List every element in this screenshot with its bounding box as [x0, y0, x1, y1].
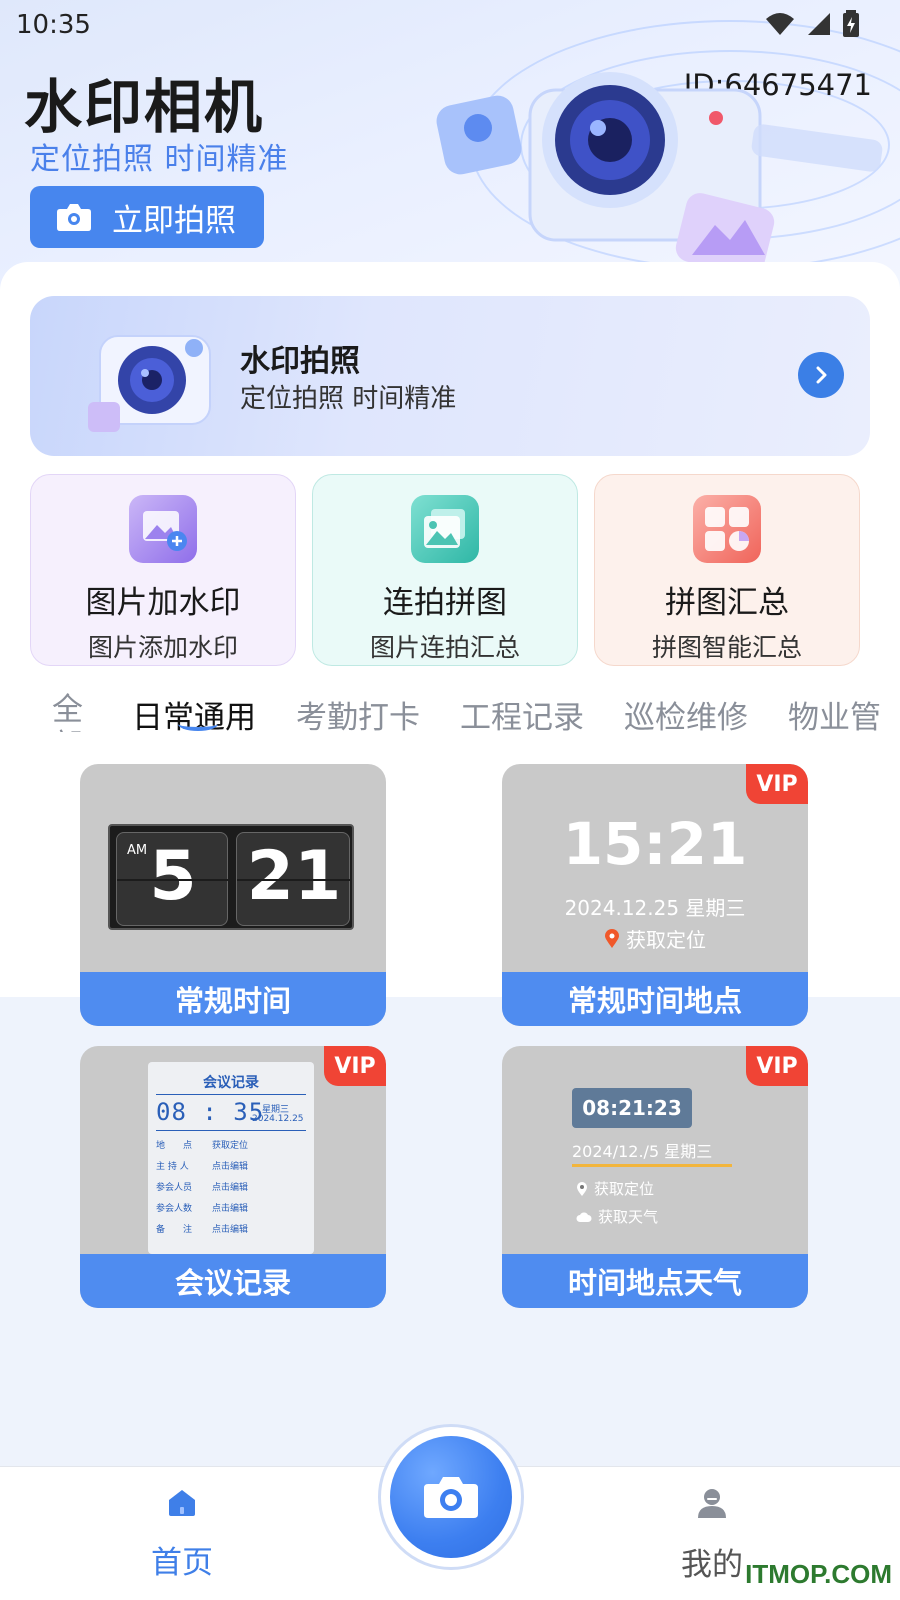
template-card-meeting-record[interactable]: VIP 会议记录 08 : 35 星期三 2024.12.25 地 点 获取定位…	[80, 1046, 386, 1308]
row-key: 主 持 人	[156, 1162, 189, 1172]
template-card-regular-time[interactable]: AM 5 21 常规时间	[80, 764, 386, 1026]
nav-home-label: 首页	[151, 1545, 213, 1581]
signal-icon	[808, 13, 830, 35]
collage-grid-icon	[693, 495, 761, 563]
banner-subtitle: 定位拍照 时间精准	[240, 384, 457, 414]
category-tabs: 全部 日常通用 考勤打卡 工程记录 巡检维修 物业管	[0, 692, 900, 762]
active-tab-indicator	[178, 717, 218, 731]
date-preview: 2024.12.25 星期三	[564, 896, 746, 920]
vip-badge: VIP	[746, 1046, 808, 1086]
row-value: 点击编辑	[212, 1162, 249, 1172]
template-card-time-location-weather[interactable]: VIP 08:21:23 2024/12./5 星期三 获取定位 获取天气 时间…	[502, 1046, 808, 1308]
site-watermark: ITMOP.COM	[745, 1559, 892, 1589]
template-label: 时间地点天气	[502, 1254, 808, 1308]
template-label: 常规时间地点	[502, 972, 808, 1026]
tab-all[interactable]: 全部	[52, 692, 88, 732]
meeting-rows: 地 点 获取定位 主 持 人 点击编辑 参会人员 点击编辑 参会人数 点击编辑 …	[156, 1138, 306, 1243]
time-preview: 15:21	[562, 810, 748, 878]
feature-subtitle: 拼图智能汇总	[651, 633, 802, 662]
cloud-icon	[576, 1212, 592, 1222]
row-value: 点击编辑	[212, 1225, 249, 1235]
vip-badge: VIP	[746, 764, 808, 804]
time-box-preview: 08:21:23	[572, 1088, 692, 1128]
meeting-time: 08 : 35	[156, 1098, 265, 1126]
meeting-row: 备 注 点击编辑	[156, 1222, 306, 1243]
vip-badge: VIP	[324, 1046, 386, 1086]
feature-title: 拼图汇总	[665, 585, 789, 621]
row-value: 获取定位	[212, 1141, 249, 1151]
wifi-icon	[766, 13, 794, 35]
weather-preview: 获取天气	[576, 1206, 658, 1227]
center-camera-button[interactable]	[390, 1436, 512, 1558]
location-text: 获取定位	[594, 1180, 655, 1198]
app-title: 水印相机	[24, 73, 265, 141]
meeting-record-preview: 会议记录 08 : 35 星期三 2024.12.25 地 点 获取定位 主 持…	[148, 1062, 314, 1254]
row-value: 点击编辑	[212, 1183, 249, 1193]
location-preview: 获取定位	[576, 1178, 654, 1199]
main-content: 水印拍照 定位拍照 时间精准 图片加水印 图片添加水印 连拍拼图 图片连拍汇总 …	[0, 262, 900, 1472]
camera-illustration-small	[88, 335, 211, 432]
location-pin-icon	[605, 928, 619, 948]
row-key: 参会人数	[156, 1204, 193, 1214]
battery-icon	[843, 10, 859, 37]
row-key: 参会人员	[156, 1183, 193, 1193]
camera-illustration	[436, 72, 883, 270]
meeting-row: 地 点 获取定位	[156, 1138, 306, 1159]
location-text: 获取定位	[626, 928, 706, 952]
meeting-title: 会议记录	[203, 1075, 259, 1091]
flip-hour: AM 5	[116, 832, 229, 926]
shoot-now-button[interactable]: 立即拍照	[30, 186, 264, 248]
camera-icon	[424, 1477, 478, 1518]
template-label: 常规时间	[80, 972, 386, 1026]
location-pin-icon	[577, 1181, 587, 1196]
flip-minute: 21	[236, 832, 351, 926]
camera-icon	[57, 204, 91, 231]
user-icon	[698, 1489, 726, 1518]
meeting-date: 2024.12.25	[252, 1114, 304, 1124]
row-value: 点击编辑	[212, 1204, 249, 1214]
gallery-icon	[411, 495, 479, 563]
nav-me[interactable]: 我的	[678, 1487, 746, 1584]
home-icon	[169, 1490, 195, 1516]
feature-burst-collage[interactable]: 连拍拼图 图片连拍汇总	[312, 474, 578, 666]
template-card-time-location[interactable]: VIP 15:21 2024.12.25 星期三 获取定位 常规时间地点	[502, 764, 808, 1026]
status-time: 10:35	[16, 10, 91, 40]
feature-add-watermark[interactable]: 图片加水印 图片添加水印	[30, 474, 296, 666]
banner-title: 水印拍照	[240, 344, 360, 379]
meeting-row: 参会人员 点击编辑	[156, 1180, 306, 1201]
image-add-icon	[129, 495, 197, 563]
chevron-right-icon	[816, 366, 827, 384]
weather-text: 获取天气	[598, 1208, 659, 1226]
banner-arrow-button[interactable]	[798, 352, 844, 398]
flip-clock-preview: AM 5 21	[108, 824, 354, 930]
hero-header: 10:35 水印相机 定位拍照 时间精准 ID:64675471 立即拍照	[0, 0, 900, 300]
minute-digits: 21	[246, 837, 342, 916]
date-preview: 2024/12./5 星期三	[572, 1142, 713, 1161]
status-icons	[764, 10, 860, 38]
location-preview: 获取定位	[502, 924, 808, 953]
shoot-now-label: 立即拍照	[112, 202, 236, 239]
meeting-row: 主 持 人 点击编辑	[156, 1159, 306, 1180]
app-subtitle: 定位拍照 时间精准	[30, 142, 289, 177]
hour-digit: 5	[149, 837, 197, 916]
watermark-photo-banner[interactable]: 水印拍照 定位拍照 时间精准	[30, 296, 870, 456]
nav-me-label: 我的	[681, 1547, 743, 1583]
feature-collage-summary[interactable]: 拼图汇总 拼图智能汇总	[594, 474, 860, 666]
template-label: 会议记录	[80, 1254, 386, 1308]
feature-title: 图片加水印	[85, 585, 241, 621]
feature-subtitle: 图片添加水印	[87, 633, 238, 662]
tab-property[interactable]: 物业管	[788, 692, 881, 737]
tab-attendance[interactable]: 考勤打卡	[296, 692, 420, 737]
meeting-row: 参会人数 点击编辑	[156, 1201, 306, 1222]
tab-engineering[interactable]: 工程记录	[460, 692, 584, 737]
row-key: 地 点	[156, 1141, 193, 1151]
row-key: 备 注	[156, 1225, 193, 1235]
nav-home[interactable]: 首页	[148, 1487, 216, 1582]
feature-title: 连拍拼图	[383, 585, 507, 621]
feature-subtitle: 图片连拍汇总	[369, 633, 520, 662]
tab-inspection[interactable]: 巡检维修	[624, 692, 748, 737]
